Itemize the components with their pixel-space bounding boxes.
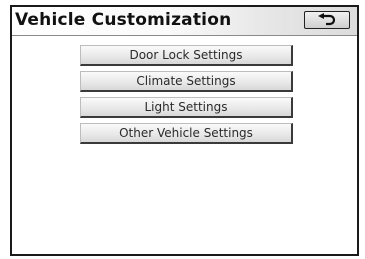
door-lock-settings-button[interactable]: Door Lock Settings <box>80 45 293 66</box>
screen-title: Vehicle Customization <box>15 10 232 30</box>
title-bar: Vehicle Customization <box>12 7 357 36</box>
back-arrow-icon <box>317 13 337 27</box>
climate-settings-button[interactable]: Climate Settings <box>80 71 293 92</box>
other-vehicle-settings-button[interactable]: Other Vehicle Settings <box>80 123 293 144</box>
light-settings-button[interactable]: Light Settings <box>80 97 293 118</box>
settings-menu: Door Lock Settings Climate Settings Ligh… <box>80 45 293 149</box>
vehicle-customization-screen: Vehicle Customization Door Lock Settings… <box>10 5 359 256</box>
back-button[interactable] <box>304 11 350 29</box>
